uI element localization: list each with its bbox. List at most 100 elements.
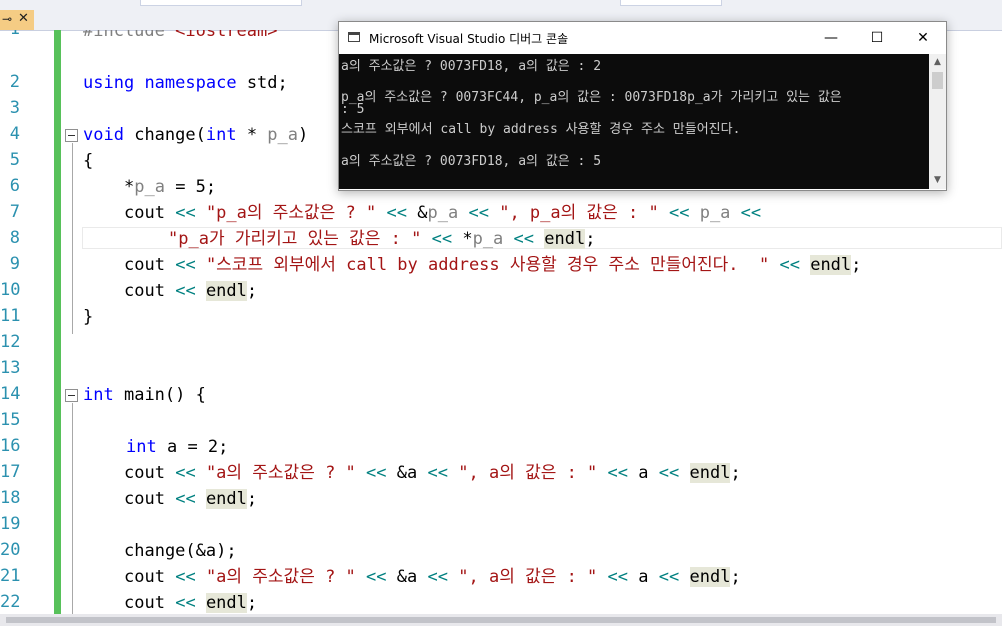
code-token: * <box>124 177 135 197</box>
code-token: endl <box>544 229 586 249</box>
console-line: p_a의 주소값은 ? 0073FC44, p_a의 값은 : 0073FD18… <box>341 90 842 105</box>
code-token: "a의 주소값은 ? " <box>205 567 356 587</box>
close-tab-icon[interactable]: ✕ <box>18 11 29 26</box>
collapse-icon[interactable] <box>65 389 78 402</box>
code-token: * <box>462 229 473 249</box>
line-number: 4 <box>9 124 20 144</box>
code-line-11[interactable]: } <box>83 306 93 328</box>
code-token: << <box>175 463 196 483</box>
line-number: 20 <box>0 540 21 560</box>
close-button[interactable]: ✕ <box>900 22 946 54</box>
code-token: ; <box>246 489 258 509</box>
code-line-22[interactable]: cout << endl; <box>124 592 257 614</box>
code-token: int <box>126 437 157 457</box>
code-line-18[interactable]: cout << endl; <box>124 488 257 510</box>
horizontal-scrollbar[interactable] <box>0 614 1002 626</box>
scrollbar-thumb[interactable] <box>6 617 996 623</box>
code-token: using <box>83 73 135 93</box>
minimize-button[interactable]: — <box>808 22 854 54</box>
code-token: endl <box>689 463 731 483</box>
line-number: 13 <box>0 358 21 378</box>
code-line-2[interactable]: using namespace std; <box>83 72 288 94</box>
code-line-5[interactable]: { <box>83 150 93 172</box>
code-token: "스코프 외부에서 call by address 사용할 경우 주소 만들어진… <box>205 255 770 275</box>
code-token: << <box>658 463 680 483</box>
code-line-16[interactable]: int a = 2; <box>126 436 228 458</box>
code-token: cout <box>124 203 165 223</box>
code-token: << <box>175 203 196 223</box>
line-number: 16 <box>0 436 21 456</box>
code-token: ", a의 값은 : " <box>458 463 598 483</box>
code-token: p_a <box>267 125 299 145</box>
code-token: a <box>638 567 649 587</box>
code-token: "p_a가 가리키고 있는 값은 : " <box>168 229 422 249</box>
code-token: a <box>638 463 649 483</box>
code-token: endl <box>205 489 247 509</box>
code-token: #include <box>83 30 165 41</box>
code-token: p_a <box>472 229 504 249</box>
code-line-10[interactable]: cout << endl; <box>124 280 257 302</box>
code-token: ) <box>298 125 309 145</box>
code-token: void <box>83 125 124 145</box>
debug-console-window[interactable]: Microsoft Visual Studio 디버그 콘솔 — ☐ ✕ a의 … <box>338 21 947 191</box>
console-titlebar[interactable]: Microsoft Visual Studio 디버그 콘솔 — ☐ ✕ <box>339 22 946 54</box>
code-token: "p_a의 주소값은 ? " <box>205 203 377 223</box>
code-token: endl <box>810 255 852 275</box>
line-number: 12 <box>0 332 21 352</box>
scrollbar-thumb[interactable] <box>932 72 943 89</box>
code-line-14[interactable]: int main() { <box>83 384 206 406</box>
code-token: << <box>607 463 629 483</box>
code-token: change(&a); <box>124 541 237 561</box>
line-number: 15 <box>0 410 21 430</box>
line-number: 11 <box>0 306 21 326</box>
code-token: << <box>427 567 448 587</box>
document-tab[interactable]: ⊸ ✕ <box>0 10 34 30</box>
code-line-20[interactable]: change(&a); <box>124 540 237 562</box>
line-number: 17 <box>0 462 21 482</box>
code-token: << <box>658 567 680 587</box>
code-line-8[interactable]: "p_a가 가리키고 있는 값은 : " << *p_a << endl; <box>168 228 595 250</box>
line-number: 19 <box>0 514 21 534</box>
code-line-4[interactable]: void change(int * p_a) <box>83 124 308 146</box>
maximize-button[interactable]: ☐ <box>854 22 900 54</box>
code-token: std; <box>246 73 288 93</box>
code-token: main() { <box>123 385 206 405</box>
line-number: 3 <box>9 98 20 118</box>
line-number: 10 <box>0 280 21 300</box>
code-line-6[interactable]: *p_a = 5; <box>124 176 216 198</box>
scope-guide <box>72 143 73 334</box>
code-line-21[interactable]: cout << "a의 주소값은 ? " << &a << ", a의 값은 :… <box>124 566 741 588</box>
code-token: << <box>366 567 387 587</box>
code-token: << <box>607 567 629 587</box>
code-token: <iostream> <box>175 30 278 41</box>
pin-icon[interactable]: ⊸ <box>2 12 12 26</box>
code-token: int <box>205 125 237 145</box>
console-line: : 5 <box>341 102 365 117</box>
code-token: * <box>236 125 268 145</box>
collapse-icon[interactable] <box>65 129 78 142</box>
code-line-1[interactable]: #include <iostream> <box>83 30 278 42</box>
line-number: 2 <box>9 72 20 92</box>
code-token: cout <box>124 567 165 587</box>
tab-fragment <box>620 0 722 6</box>
code-token: p_a <box>134 177 165 197</box>
scroll-down-icon[interactable]: ▼ <box>929 172 946 189</box>
code-token: "a의 주소값은 ? " <box>205 463 356 483</box>
code-line-7[interactable]: cout << "p_a의 주소값은 ? " << &p_a << ", p_a… <box>124 202 761 224</box>
code-token: change( <box>134 125 206 145</box>
console-scrollbar[interactable]: ▲ ▼ <box>929 54 946 189</box>
code-token: << <box>386 203 407 223</box>
code-token: << <box>468 203 489 223</box>
console-output[interactable]: a의 주소값은 ? 0073FD18, a의 값은 : 2 p_a의 주소값은 … <box>339 54 929 189</box>
code-line-9[interactable]: cout << "스코프 외부에서 call by address 사용할 경우… <box>124 254 861 276</box>
line-number: 9 <box>9 254 20 274</box>
line-number: 7 <box>9 202 20 222</box>
code-token: = 5; <box>164 177 217 197</box>
code-token: << <box>175 255 196 275</box>
scroll-up-icon[interactable]: ▲ <box>929 54 946 71</box>
line-number: 6 <box>9 176 20 196</box>
code-token: p_a <box>699 203 731 223</box>
code-token: cout <box>124 593 165 613</box>
code-line-17[interactable]: cout << "a의 주소값은 ? " << &a << ", a의 값은 :… <box>124 462 741 484</box>
line-number: 21 <box>0 566 21 586</box>
